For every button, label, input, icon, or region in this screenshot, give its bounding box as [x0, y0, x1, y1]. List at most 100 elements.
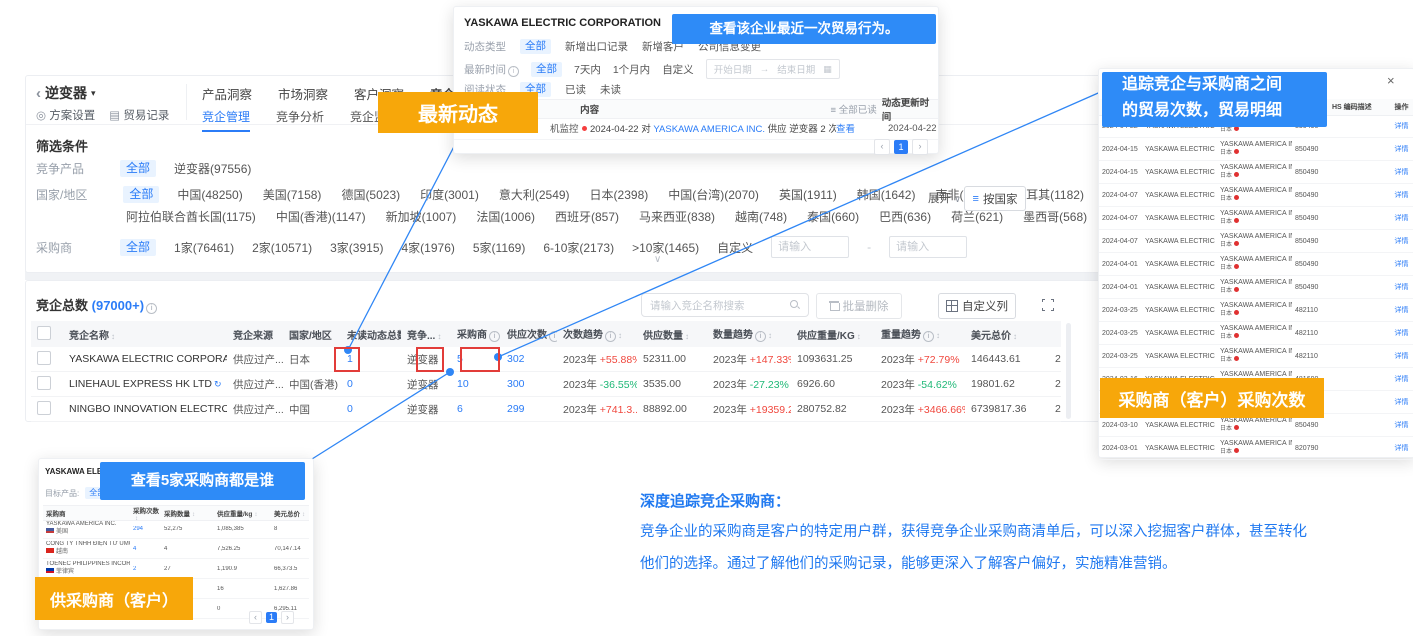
competitor-search-box[interactable]: 请输入竞企名称搜索: [641, 293, 809, 317]
country-option[interactable]: 新加坡(1007): [386, 208, 457, 225]
sub-tab[interactable]: 竞争分析: [276, 108, 324, 132]
buyer-count-option[interactable]: >10家(1465): [632, 239, 699, 256]
row-checkbox[interactable]: [37, 351, 51, 365]
batch-delete-button[interactable]: 批量删除: [816, 293, 902, 319]
sort-icon[interactable]: ↕: [685, 332, 689, 341]
trade-row[interactable]: 2024-04-07 YASKAWA ELECTRIC CORP...↻ YAS…: [1099, 207, 1413, 230]
table-row[interactable]: LINEHAUL EXPRESS HK LTD↻ 供应过产... 中国(香港) …: [31, 372, 1061, 397]
country-option[interactable]: 中国(香港)(1147): [276, 208, 366, 225]
detail-link[interactable]: 详情: [1384, 374, 1413, 384]
unread-count-link[interactable]: 0: [341, 403, 401, 415]
expand-toggle[interactable]: 展开 ∨: [928, 190, 961, 206]
filter-all-chip[interactable]: 全部: [520, 39, 551, 54]
select-all-checkbox[interactable]: [37, 326, 51, 340]
buyer-min-input[interactable]: [771, 236, 849, 258]
view-link[interactable]: 查看: [836, 121, 888, 135]
detail-link[interactable]: 详情: [1384, 236, 1413, 246]
country-option[interactable]: 美国(7158): [263, 186, 322, 203]
detail-link[interactable]: 详情: [1384, 144, 1413, 154]
competitor-name-cell[interactable]: LINEHAUL EXPRESS HK LTD↻: [63, 378, 227, 390]
by-country-button[interactable]: ≡按国家: [964, 186, 1026, 211]
trade-row[interactable]: 2024-04-07 YASKAWA ELECTRIC CORP...↻ YAS…: [1099, 230, 1413, 253]
detail-link[interactable]: 详情: [1384, 259, 1413, 269]
country-option[interactable]: 英国(1911): [779, 186, 837, 203]
sort-icon[interactable]: ↕: [857, 332, 861, 341]
country-option[interactable]: 越南(748): [735, 208, 787, 225]
close-icon[interactable]: ×: [1387, 73, 1395, 88]
next-page-button[interactable]: ›: [281, 611, 294, 624]
buyer-count-option[interactable]: 5家(1169): [473, 239, 525, 256]
search-icon[interactable]: [790, 300, 800, 310]
col-header-qty[interactable]: 采购数量↕: [161, 508, 214, 518]
trade-row[interactable]: 2024-04-01 YASKAWA ELECTRIC CORP...↻ YAS…: [1099, 276, 1413, 299]
sort-icon[interactable]: ↕: [618, 331, 622, 340]
col-header-weight-trend[interactable]: 重量趋势i↕: [875, 326, 965, 342]
sort-icon[interactable]: ↕: [437, 332, 441, 341]
country-option[interactable]: 韩国(1642): [857, 186, 916, 203]
country-option[interactable]: 墨西哥(568): [1023, 208, 1087, 225]
filter-option[interactable]: 已读: [565, 82, 586, 97]
country-option[interactable]: 中国(48250): [177, 186, 242, 203]
buyer-count-option[interactable]: 1家(76461): [174, 239, 234, 256]
filter-option[interactable]: 新增出口记录: [565, 39, 628, 54]
filter-all-chip[interactable]: 全部: [531, 62, 562, 77]
filter-option[interactable]: 自定义: [662, 62, 694, 77]
col-header-usd[interactable]: 美元总价↕: [271, 508, 324, 518]
buy-times-link[interactable]: 4: [130, 546, 161, 552]
supply-count-link[interactable]: 299: [501, 403, 557, 415]
fullscreen-icon[interactable]: [1042, 299, 1054, 311]
trade-row[interactable]: 2024-04-15 YASKAWA ELECTRIC CORP...↻ YAS…: [1099, 161, 1413, 184]
buyer-count-option[interactable]: 3家(3915): [330, 239, 383, 256]
buyer-row[interactable]: YASKAWA AMERICA INC. 美国 294 52,275 1,085…: [43, 519, 309, 539]
filter-option[interactable]: 未读: [600, 82, 621, 97]
buyer-count-option[interactable]: 2家(10571): [252, 239, 312, 256]
country-option[interactable]: 泰国(660): [807, 208, 859, 225]
sub-tab[interactable]: 竞企管理: [202, 108, 250, 132]
country-option[interactable]: 中国(台湾)(2070): [668, 186, 759, 203]
filter-all-chip[interactable]: 全部: [123, 186, 159, 203]
buyers-count-link[interactable]: 6: [451, 403, 501, 415]
row-checkbox[interactable]: [37, 401, 51, 415]
country-option[interactable]: 阿拉伯联合酋长国(1175): [126, 208, 256, 225]
next-page-button[interactable]: ›: [912, 139, 928, 155]
trade-row[interactable]: 2024-04-07 YASKAWA ELECTRIC CORP...↻ YAS…: [1099, 184, 1413, 207]
col-header-weight[interactable]: 供应重量/kg↕: [214, 508, 271, 518]
monitor-sync-icon[interactable]: ↻: [214, 379, 222, 389]
col-header-name[interactable]: 竞企名称↕: [63, 327, 227, 342]
buyer-max-input[interactable]: [889, 236, 967, 258]
filter-all-chip[interactable]: 全部: [120, 160, 156, 177]
buyer-row[interactable]: CÔNG TY TNHH ĐIỆN TỬ UMC VIỆT NAM 越南 4 4…: [43, 539, 309, 559]
table-row[interactable]: YASKAWA ELECTRIC CORPORATIO↻ 供应过产... 日本 …: [31, 347, 1061, 372]
custom-columns-button[interactable]: 自定义列: [938, 293, 1016, 319]
prev-page-button[interactable]: ‹: [874, 139, 890, 155]
country-option[interactable]: 西班牙(857): [555, 208, 619, 225]
scheme-settings-button[interactable]: ◎ 方案设置: [36, 107, 95, 123]
country-option[interactable]: 意大利(2549): [499, 186, 570, 203]
table-scrollbar[interactable]: [1066, 323, 1071, 419]
filter-all-chip[interactable]: 全部: [120, 239, 156, 256]
country-option[interactable]: 巴西(636): [879, 208, 931, 225]
detail-link[interactable]: 详情: [1384, 213, 1413, 223]
buyers-count-link[interactable]: 10: [451, 378, 501, 390]
filter-option[interactable]: 7天内: [574, 62, 601, 77]
title-dropdown-caret-icon[interactable]: ▾: [91, 88, 96, 99]
sort-icon[interactable]: ↕: [111, 332, 115, 341]
collapse-chevron-icon[interactable]: ∨: [654, 254, 661, 265]
col-header-supply[interactable]: 供应次数i↕: [501, 326, 557, 342]
country-option[interactable]: 日本(2398): [590, 186, 649, 203]
col-header-qty-trend[interactable]: 数量趋势i↕: [707, 326, 791, 342]
buyer-count-option[interactable]: 4家(1976): [402, 239, 455, 256]
buyer-custom-option[interactable]: 自定义: [717, 239, 753, 256]
competitor-name-cell[interactable]: NINGBO INNOVATION ELECTRONI↻: [63, 403, 227, 415]
detail-link[interactable]: 详情: [1384, 121, 1413, 131]
competitor-name-cell[interactable]: YASKAWA ELECTRIC CORPORATIO↻: [63, 353, 227, 365]
trade-records-button[interactable]: ▤ 贸易记录: [109, 107, 169, 123]
filter-product-item[interactable]: 逆变器(97556): [174, 160, 251, 177]
col-header-usd[interactable]: 美元总价↕: [965, 327, 1049, 342]
sort-icon[interactable]: ↕: [936, 331, 940, 340]
detail-link[interactable]: 详情: [1384, 282, 1413, 292]
trade-row[interactable]: 2024-03-25 YASKAWA ELECTRIC CORP...↻ YAS…: [1099, 322, 1413, 345]
row-checkbox[interactable]: [37, 376, 51, 390]
country-option[interactable]: 印度(3001): [420, 186, 479, 203]
sort-icon[interactable]: ↕: [768, 331, 772, 340]
